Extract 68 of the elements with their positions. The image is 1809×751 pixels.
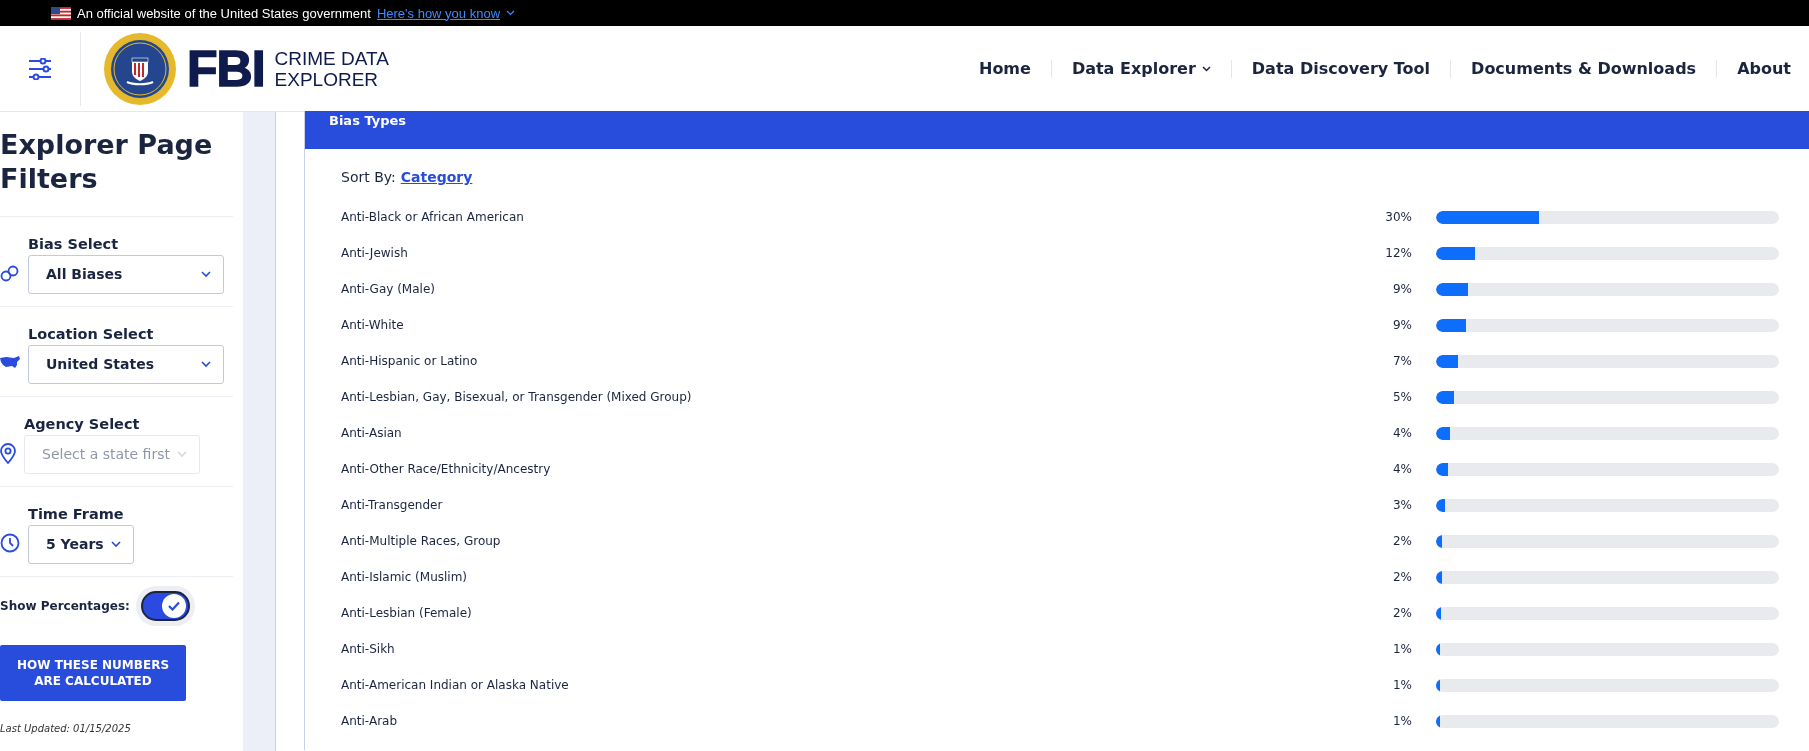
percent-value: 2%	[1391, 534, 1412, 548]
filter-label: Location Select	[28, 325, 155, 342]
sidebar-title: Explorer Page Filters	[0, 128, 214, 196]
bias-label: Anti-Islamic (Muslim)	[341, 570, 469, 584]
filters-icon[interactable]	[28, 57, 52, 80]
chevron-icon	[201, 360, 211, 368]
chevron-icon	[1201, 65, 1211, 72]
bias-label: Anti-Arab	[341, 714, 399, 728]
filter-label: Time Frame	[28, 505, 125, 522]
last-updated-text: Last Updated: 01/15/2025	[0, 723, 132, 734]
percent-value: 7%	[1391, 354, 1412, 368]
bias-label: Anti-Transgender	[341, 498, 444, 512]
toggle-switch[interactable]	[140, 591, 190, 621]
nav-link[interactable]: Data Discovery Tool	[1251, 59, 1431, 78]
logo-wordmark: FBI	[187, 39, 265, 98]
chevron-icon	[111, 540, 121, 548]
clock-icon	[0, 532, 20, 553]
bias-label: Anti-Sikh	[341, 642, 396, 656]
percent-value: 9%	[1391, 282, 1412, 296]
location-pin-icon	[0, 441, 16, 464]
percent-value: 4%	[1391, 462, 1412, 476]
nav-link[interactable]: About	[1737, 59, 1791, 78]
filter-label: Bias Select	[28, 235, 120, 252]
bias-label: Anti-Hispanic or Latino	[341, 354, 479, 368]
bias-label: Anti-White	[341, 318, 405, 332]
percent-value: 2%	[1391, 570, 1412, 584]
sort-link[interactable]: Category	[400, 169, 473, 185]
percent-value: 4%	[1391, 426, 1412, 440]
percent-value: 1%	[1391, 642, 1412, 656]
chevron-icon	[506, 10, 516, 16]
chevron-icon	[201, 270, 211, 278]
bias-label: Anti-Other Race/Ethnicity/Ancestry	[341, 462, 552, 476]
calculation-info-button[interactable]: HOW THESE NUMBERS ARE CALCULATED	[0, 645, 186, 701]
percent-value: 5%	[1391, 390, 1412, 404]
card-header: Bias Types	[305, 111, 1809, 149]
us-map-icon	[0, 356, 20, 369]
toggle-label: Show Percentages:	[0, 599, 130, 613]
bias-label: Anti-Jewish	[341, 246, 409, 260]
bias-label: Anti-Gay (Male)	[341, 282, 436, 296]
seal-icon	[103, 31, 177, 106]
percent-value: 30%	[1384, 210, 1412, 224]
percent-value: 1%	[1391, 714, 1412, 728]
how-you-know-link[interactable]: Here's how you know	[376, 5, 501, 21]
filter-select[interactable]: All Biases	[28, 254, 224, 294]
nav-link[interactable]: Home	[979, 59, 1031, 78]
bias-label: Anti-Lesbian, Gay, Bisexual, or Transgender (Mixed Group)	[341, 390, 693, 404]
percent-value: 3%	[1391, 498, 1412, 512]
percent-value: 1%	[1391, 678, 1412, 692]
filter-label: Agency Select	[24, 415, 141, 432]
bias-label: Anti-American Indian or Alaska Native	[341, 678, 570, 692]
bias-label: Anti-Multiple Races, Group	[341, 534, 502, 548]
chevron-icon	[177, 450, 187, 458]
percent-value: 12%	[1384, 246, 1412, 260]
nav-link[interactable]: Data Explorer	[1071, 59, 1211, 78]
percent-value: 2%	[1391, 606, 1412, 620]
bias-label: Anti-Asian	[341, 426, 403, 440]
percent-value: 9%	[1391, 318, 1412, 332]
logo-subtitle: EXPLORER	[274, 68, 380, 90]
sort-label: Sort By:	[341, 169, 396, 185]
bias-label: Anti-Black or African American	[341, 210, 525, 224]
nav-link[interactable]: Documents & Downloads	[1471, 59, 1697, 78]
filter-select[interactable]: 5 Years	[28, 524, 134, 564]
logo-subtitle: CRIME DATA	[274, 47, 389, 69]
banner-text: An official website of the United States government	[77, 5, 371, 21]
bias-label: Anti-Lesbian (Female)	[341, 606, 473, 620]
flag-icon	[51, 6, 71, 20]
check-icon	[167, 601, 180, 611]
filter-select[interactable]: United States	[28, 344, 224, 384]
